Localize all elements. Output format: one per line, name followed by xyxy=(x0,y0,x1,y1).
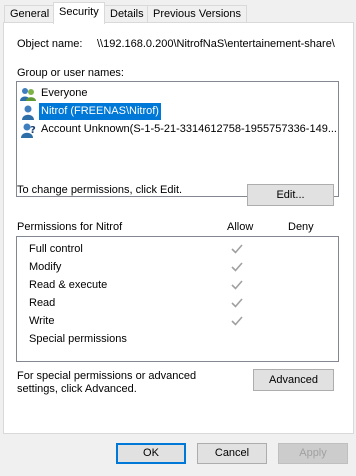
list-item-label: Everyone xyxy=(41,87,88,99)
edit-button[interactable]: Edit... xyxy=(247,184,334,206)
tab-details-label: Details xyxy=(110,8,144,20)
special-permissions-text: For special permissions or advanced sett… xyxy=(17,370,197,395)
check-icon xyxy=(231,262,243,272)
apply-button-label: Apply xyxy=(299,447,327,459)
check-icon xyxy=(231,316,243,326)
list-item-label: Account Unknown(S-1-5-21-3314612758-1955… xyxy=(41,123,337,135)
tab-general-label: General xyxy=(10,8,50,20)
permission-name: Special permissions xyxy=(29,333,127,345)
permission-name: Read xyxy=(29,297,56,309)
svg-text:?: ? xyxy=(30,125,36,136)
users-group-icon xyxy=(20,88,36,101)
edit-button-label: Edit... xyxy=(276,189,305,201)
list-item-nitrof[interactable]: Nitrof (FREENAS\Nitrof) xyxy=(19,103,336,120)
tab-general[interactable]: General xyxy=(4,5,56,23)
permission-row: Full control xyxy=(17,240,338,258)
tab-security-label: Security xyxy=(59,6,99,18)
change-permissions-text: To change permissions, click Edit. xyxy=(17,184,183,196)
permission-row: Write xyxy=(17,312,338,330)
allow-column-header: Allow xyxy=(227,221,254,233)
permission-name: Full control xyxy=(29,243,83,255)
permissions-list: Full control Modify Read & execute Read … xyxy=(16,236,339,362)
permission-name: Read & execute xyxy=(29,279,108,291)
permission-row: Modify xyxy=(17,258,338,276)
check-icon xyxy=(231,280,243,290)
tab-previous-versions-label: Previous Versions xyxy=(153,8,242,20)
list-item-label: Nitrof (FREENAS\Nitrof) xyxy=(39,103,161,120)
tab-previous-versions[interactable]: Previous Versions xyxy=(147,5,248,23)
permission-name: Write xyxy=(29,315,55,327)
list-item-account-unknown[interactable]: ? Account Unknown(S-1-5-21-3314612758-19… xyxy=(19,121,337,138)
user-icon xyxy=(22,105,34,120)
permission-row: Read xyxy=(17,294,338,312)
permission-row: Read & execute xyxy=(17,276,338,294)
cancel-button-label: Cancel xyxy=(214,447,250,459)
advanced-button-label: Advanced xyxy=(269,374,318,386)
tab-details[interactable]: Details xyxy=(104,5,150,23)
ok-button-label: OK xyxy=(143,447,159,459)
permissions-header: Permissions for Nitrof xyxy=(17,221,123,233)
list-item-everyone[interactable]: Everyone xyxy=(19,85,336,102)
deny-column-header: Deny xyxy=(288,221,314,233)
check-icon xyxy=(231,298,243,308)
apply-button[interactable]: Apply xyxy=(278,443,348,464)
object-name-label: Object name: xyxy=(17,38,83,50)
permission-name: Modify xyxy=(29,261,62,273)
ok-button[interactable]: OK xyxy=(116,443,186,464)
unknown-user-icon: ? xyxy=(21,123,36,138)
permission-row: Special permissions xyxy=(17,330,338,348)
tab-security[interactable]: Security xyxy=(53,2,105,24)
object-name-value: \\192.168.0.200\NitrofNaS\entertainement… xyxy=(97,38,335,50)
cancel-button[interactable]: Cancel xyxy=(197,443,267,464)
advanced-button[interactable]: Advanced xyxy=(253,369,334,391)
group-user-list[interactable]: Everyone Nitrof (FREENAS\Nitrof) ? Accou… xyxy=(16,81,339,197)
group-names-label: Group or user names: xyxy=(17,67,124,79)
security-tab-pane: Object name: \\192.168.0.200\NitrofNaS\e… xyxy=(3,22,354,434)
check-icon xyxy=(231,244,243,254)
